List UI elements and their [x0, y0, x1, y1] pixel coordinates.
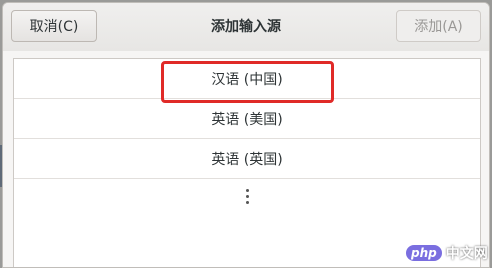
dialog-content: 汉语 (中国) 英语 (美国) 英语 (英国) [3, 51, 489, 267]
dialog-header: 添加输入源 取消(C) 添加(A) [3, 3, 489, 52]
list-item-chinese-china[interactable]: 汉语 (中国) [14, 59, 480, 99]
watermark-text: 中文网 [445, 246, 488, 262]
add-button[interactable]: 添加(A) [396, 10, 481, 42]
watermark: php 中文网 [406, 241, 488, 265]
watermark-logo: php [406, 245, 442, 261]
more-options-button[interactable] [14, 179, 480, 213]
add-input-source-dialog: 添加输入源 取消(C) 添加(A) 汉语 (中国) 英语 (美国) 英语 (英国… [2, 2, 490, 268]
list-item-label: 英语 (英国) [211, 151, 283, 168]
input-source-list: 汉语 (中国) 英语 (美国) 英语 (英国) [13, 58, 481, 267]
list-item-label: 汉语 (中国) [211, 71, 283, 88]
vertical-ellipsis-icon [245, 188, 249, 204]
list-item-english-uk[interactable]: 英语 (英国) [14, 139, 480, 179]
list-item-label: 英语 (美国) [211, 111, 283, 128]
cancel-button[interactable]: 取消(C) [11, 10, 97, 42]
list-item-english-us[interactable]: 英语 (美国) [14, 99, 480, 139]
